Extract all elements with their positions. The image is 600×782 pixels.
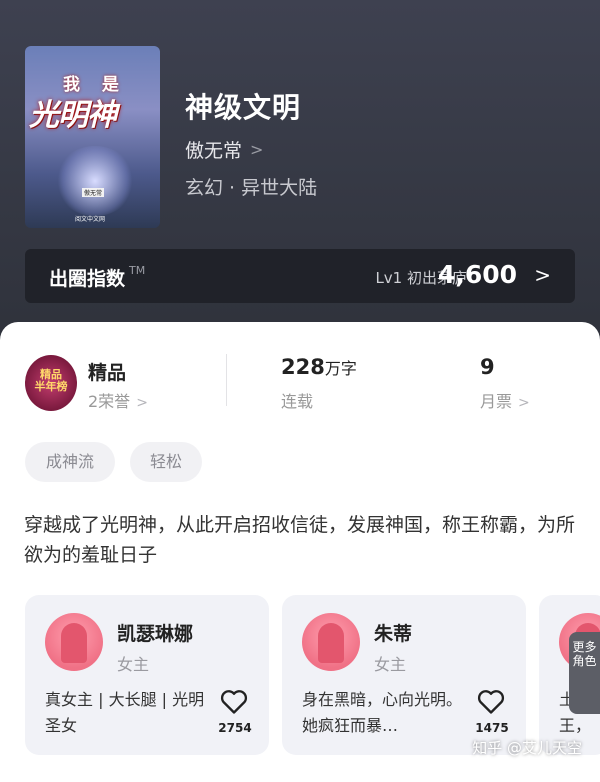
popularity-index-bar[interactable]: 出圈指数 TM Lv1 初出茅庐 4,600 > [25, 249, 575, 303]
character-desc: 身在黑暗，心向光明。她疯狂而暴… [302, 690, 463, 735]
character-avatar [45, 613, 103, 671]
watermark: 知乎 @艾儿天空 [472, 739, 582, 757]
like-count: 1475 [475, 721, 509, 735]
heart-icon[interactable] [220, 689, 248, 715]
author-link[interactable]: 傲无常 > [185, 136, 263, 163]
chevron-right-icon: > [518, 395, 530, 411]
chevron-right-icon: > [136, 395, 148, 411]
cover-publisher: 阅文中文网 [75, 216, 106, 223]
tag-qingsong[interactable]: 轻松 [130, 442, 202, 482]
character-role: 女主 [117, 655, 150, 674]
honors-count: 2荣誉 [88, 392, 131, 411]
heart-icon[interactable] [477, 689, 505, 715]
like-count: 2754 [218, 721, 252, 735]
honors-link: 2荣誉 > [88, 388, 148, 412]
word-count-unit: 万字 [324, 359, 357, 378]
book-genre: 玄幻 · 异世大陆 [185, 177, 318, 199]
popularity-label: 出圈指数 TM [49, 264, 145, 291]
monthly-votes-label: 月票 > [480, 388, 530, 412]
stats-divider [226, 354, 227, 406]
chevron-right-icon: > [534, 263, 551, 287]
character-role: 女主 [374, 655, 407, 674]
popularity-label-text: 出圈指数 [49, 268, 126, 290]
character-name: 凯瑟琳娜 [117, 623, 194, 645]
monthly-votes-count: 9 [480, 355, 495, 379]
cover-title-line2: 光明神 [29, 98, 117, 133]
trademark-mark: TM [129, 264, 146, 277]
word-count-number: 228 [281, 355, 325, 379]
quality-badge-icon: 精品 半年榜 [25, 355, 77, 411]
popularity-value: 4,600 [437, 260, 517, 289]
word-count: 228万字 [281, 355, 357, 379]
book-cover[interactable]: 我 是 光明神 傲无常 阅文中文网 [25, 46, 160, 228]
badge-text: 精品 半年榜 [34, 368, 68, 393]
chevron-right-icon: > [250, 140, 264, 159]
avatar-silhouette [318, 623, 344, 663]
book-description: 穿越成了光明神，从此开启招收信徒，发展神国，称王称霸，为所欲为的羞耻日子 [24, 514, 576, 566]
character-avatar [302, 613, 360, 671]
cover-glow [55, 146, 135, 216]
cover-author: 傲无常 [82, 188, 105, 197]
book-title: 神级文明 [185, 91, 302, 124]
more-roles-button[interactable]: 更多角色 [569, 632, 600, 714]
avatar-silhouette [61, 623, 87, 663]
tag-chengshenliu[interactable]: 成神流 [25, 442, 115, 482]
character-card[interactable]: 凯瑟琳娜 女主 真女主 | 大长腿 | 光明圣女 2754 [25, 595, 269, 755]
character-card[interactable]: 朱蒂 女主 身在黑暗，心向光明。她疯狂而暴… 1475 [282, 595, 526, 755]
book-header: 我 是 光明神 傲无常 阅文中文网 神级文明 傲无常 > 玄幻 · 异世大陆 出… [0, 0, 600, 340]
monthly-votes-text: 月票 [480, 392, 513, 411]
book-details-panel: 精品 半年榜 精品 2荣誉 > 228万字 连载 9 月票 > 成神流 轻松 穿越成… [0, 322, 600, 782]
character-desc: 真女主 | 大长腿 | 光明圣女 [45, 690, 205, 735]
author-name: 傲无常 [185, 140, 243, 162]
serial-status: 连载 [281, 392, 314, 411]
quality-label: 精品 [88, 362, 127, 384]
character-name: 朱蒂 [374, 623, 413, 645]
